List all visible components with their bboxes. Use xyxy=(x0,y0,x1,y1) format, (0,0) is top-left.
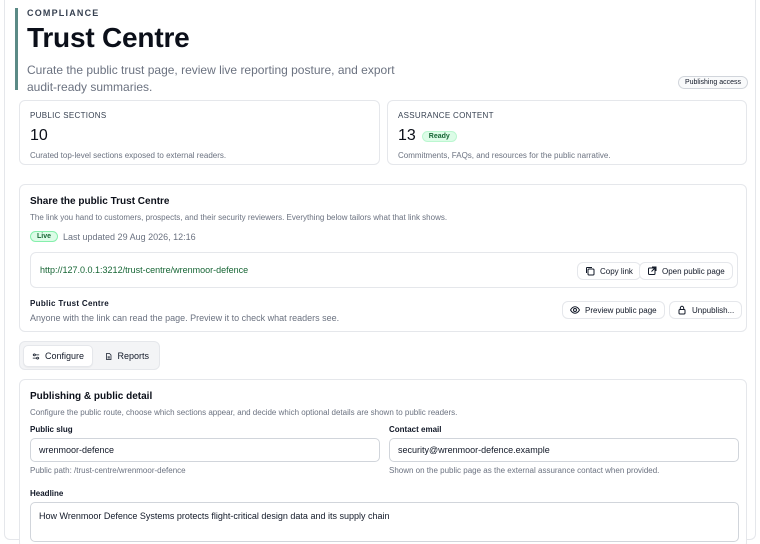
contact-email-input[interactable]: security@wrenmoor-defence.example xyxy=(389,438,739,462)
document-icon xyxy=(106,352,112,360)
publishing-access-badge: Publishing access xyxy=(677,76,748,89)
publishing-card: Publishing & public detail Configure the… xyxy=(19,379,747,544)
public-trust-centre-label: Public Trust Centre xyxy=(30,299,110,308)
unpublish-button[interactable]: Unpublish... xyxy=(669,301,743,319)
last-updated: Last updated 29 Aug 2026, 12:16 xyxy=(63,231,196,242)
sliders-icon xyxy=(32,353,40,359)
tab-configure[interactable]: Configure xyxy=(23,345,93,367)
share-card: Share the public Trust Centre The link y… xyxy=(19,184,747,332)
stat-label: PUBLIC SECTIONS xyxy=(30,111,107,120)
stat-value: 10 xyxy=(30,127,48,144)
external-link-icon xyxy=(648,266,657,275)
public-slug-hint: Public path: /trust-centre/wrenmoor-defe… xyxy=(30,466,186,475)
public-slug-input[interactable]: wrenmoor-defence xyxy=(30,438,380,462)
public-url-box: http://127.0.0.1:3212/trust-centre/wrenm… xyxy=(30,252,738,288)
stat-description: Commitments, FAQs, and resources for the… xyxy=(398,151,611,160)
public-slug-label: Public slug xyxy=(30,425,73,434)
page-title: Trust Centre xyxy=(27,22,190,53)
publishing-description: Configure the public route, choose which… xyxy=(30,408,458,417)
stat-label: ASSURANCE CONTENT xyxy=(398,111,494,120)
lock-icon xyxy=(678,305,686,315)
stat-description: Curated top-level sections exposed to ex… xyxy=(30,151,227,160)
share-description: The link you hand to customers, prospect… xyxy=(30,213,448,222)
contact-email-hint: Shown on the public page as the external… xyxy=(389,466,660,475)
public-url-link[interactable]: http://127.0.0.1:3212/trust-centre/wrenm… xyxy=(40,265,248,275)
headline-label: Headline xyxy=(30,489,64,498)
stat-value: 13 Ready xyxy=(398,127,736,145)
publishing-title: Publishing & public detail xyxy=(30,391,153,402)
copy-icon xyxy=(586,267,595,276)
stat-card-assurance-content: ASSURANCE CONTENT 13 Ready Commitments, … xyxy=(387,100,747,165)
stat-card-public-sections: PUBLIC SECTIONS 10 Curated top-level sec… xyxy=(19,100,380,165)
live-status-badge: Live xyxy=(30,231,59,242)
page-eyebrow: COMPLIANCE xyxy=(27,8,100,18)
page-subtitle: Curate the public trust page, review liv… xyxy=(27,63,395,94)
tab-reports[interactable]: Reports xyxy=(97,345,157,367)
view-tabs: Configure Reports xyxy=(19,341,160,370)
share-title: Share the public Trust Centre xyxy=(30,196,170,207)
contact-email-label: Contact email xyxy=(389,425,442,434)
page-header: COMPLIANCE Trust Centre Curate the publi… xyxy=(15,8,755,94)
preview-public-page-button[interactable]: Preview public page xyxy=(562,301,665,319)
copy-link-button[interactable]: Copy link xyxy=(577,262,641,280)
open-public-page-button[interactable]: Open public page xyxy=(639,262,733,280)
headline-textarea[interactable]: How Wrenmoor Defence Systems protects fl… xyxy=(30,502,739,542)
ready-badge: Ready xyxy=(421,130,457,142)
eye-icon xyxy=(570,306,580,314)
public-trust-centre-desc: Anyone with the link can read the page. … xyxy=(30,313,340,323)
